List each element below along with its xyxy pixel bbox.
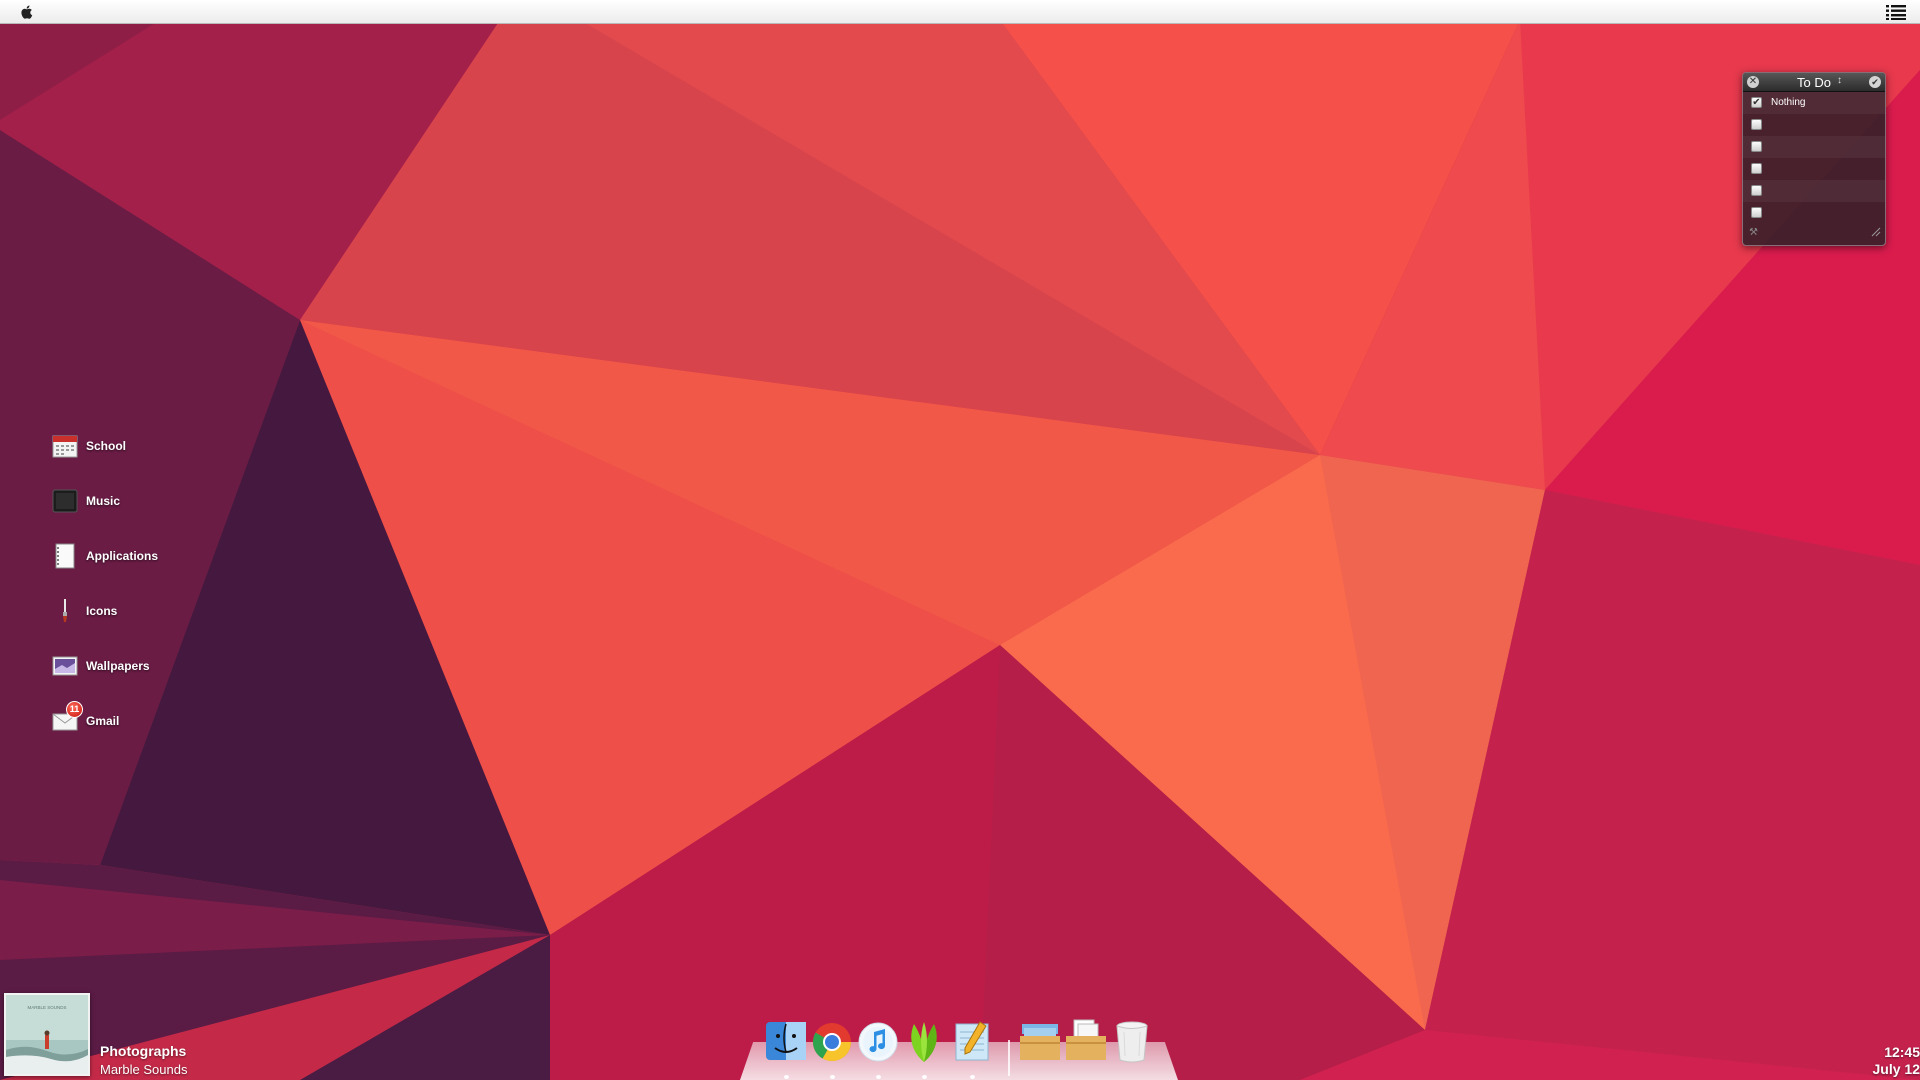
album-art[interactable]: MARBLE SOUNDS (4, 993, 90, 1076)
clock-date: July 12 (1872, 1061, 1920, 1077)
checkmark-icon[interactable]: ✔ (1869, 76, 1881, 88)
tools-icon[interactable]: ⚒ (1749, 227, 1758, 238)
running-indicator (876, 1075, 881, 1079)
downloads-folder-icon[interactable] (1018, 1018, 1062, 1064)
todo-checkbox[interactable] (1751, 207, 1762, 218)
music-folder-icon (52, 489, 78, 513)
todo-checkbox[interactable]: ✔ (1751, 97, 1762, 108)
running-indicator (784, 1075, 789, 1079)
dock-divider (1008, 1040, 1010, 1076)
todo-item (1743, 180, 1885, 202)
shortcut-wallpapers[interactable]: Wallpapers (52, 650, 242, 682)
shortcut-gmail[interactable]: 11 Gmail (52, 701, 242, 737)
todo-checkbox[interactable] (1751, 119, 1762, 130)
clock-time: 12:45 (1884, 1044, 1920, 1060)
todo-list: ✔ Nothing (1743, 92, 1885, 224)
shortcut-label: Music (86, 494, 121, 508)
todo-item: ✔ Nothing (1743, 92, 1885, 114)
trash-icon[interactable] (1110, 1018, 1154, 1064)
apple-logo-icon[interactable] (18, 3, 36, 21)
shortcut-school[interactable]: School (52, 430, 242, 462)
shortcut-icons[interactable]: Icons (52, 595, 242, 627)
desktop-wallpaper (0, 0, 1920, 1080)
finder-icon[interactable] (764, 1018, 808, 1064)
shortcut-music[interactable]: Music (52, 485, 242, 517)
shortcut-applications[interactable]: Applications (52, 540, 242, 572)
todo-widget: ✕ To Do ↕ ✔ ✔ Nothing ⚒ (1742, 72, 1886, 246)
shortcut-label: Wallpapers (86, 659, 150, 673)
album-art-image: MARBLE SOUNDS (6, 995, 88, 1074)
list-menu-icon[interactable] (1886, 4, 1906, 20)
running-indicator (830, 1075, 835, 1079)
shortcut-label: School (86, 439, 127, 453)
picture-icon (52, 656, 78, 676)
todo-item (1743, 158, 1885, 180)
resize-grip-icon[interactable] (1871, 227, 1881, 237)
running-indicator (922, 1075, 927, 1079)
todo-item (1743, 202, 1885, 224)
itunes-icon[interactable] (856, 1018, 900, 1064)
unread-count-badge: 11 (66, 701, 83, 718)
documents-folder-icon[interactable] (1064, 1018, 1108, 1064)
todo-checkbox[interactable] (1751, 185, 1762, 196)
shortcut-label: Applications (86, 549, 159, 563)
leaf-app-icon[interactable] (902, 1018, 946, 1064)
notebook-icon (55, 543, 75, 569)
running-indicator (970, 1075, 975, 1079)
todo-checkbox[interactable] (1751, 163, 1762, 174)
todo-item-text[interactable]: Nothing (1771, 97, 1805, 108)
chrome-icon[interactable] (810, 1018, 854, 1064)
textedit-icon[interactable] (950, 1018, 994, 1064)
brush-icon (63, 599, 67, 622)
todo-footer: ⚒ (1743, 224, 1885, 242)
shortcut-label: Gmail (86, 714, 120, 728)
album-art-text: MARBLE SOUNDS (27, 1005, 66, 1010)
todo-item (1743, 136, 1885, 158)
calendar-icon (52, 435, 78, 458)
track-title: Photographs (100, 1043, 187, 1059)
todo-checkbox[interactable] (1751, 141, 1762, 152)
track-artist: Marble Sounds (100, 1062, 188, 1077)
sort-icon[interactable]: ↕ (1837, 75, 1842, 86)
shortcut-label: Icons (86, 604, 118, 618)
menu-bar (0, 0, 1920, 24)
todo-item (1743, 114, 1885, 136)
todo-header: ✕ To Do ↕ ✔ (1743, 73, 1885, 92)
todo-title: To Do (1797, 75, 1831, 90)
